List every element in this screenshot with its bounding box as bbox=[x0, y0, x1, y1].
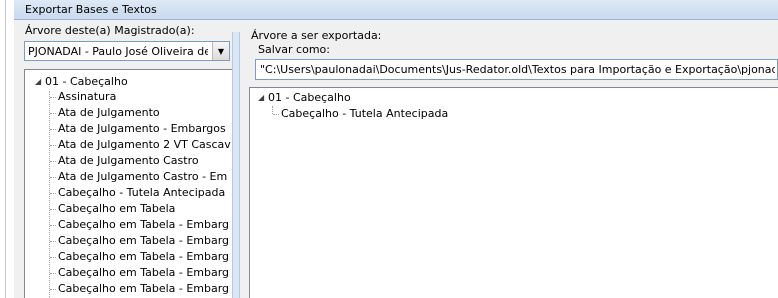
tree-node[interactable]: Ata de Julgamento Castro - Em bbox=[58, 169, 227, 185]
magistrate-tree[interactable]: ◢ 01 - Cabeçalho Assinatura Ata de Julga… bbox=[24, 69, 234, 298]
tree-connector bbox=[272, 106, 273, 114]
tree-connector bbox=[50, 193, 56, 194]
tree-node[interactable]: Cabeçalho em Tabela - Embarg bbox=[58, 217, 229, 233]
tree-connector bbox=[50, 225, 56, 226]
tree-connector bbox=[50, 177, 56, 178]
tree-connector bbox=[50, 113, 56, 114]
tree-node[interactable]: Assinatura bbox=[58, 89, 116, 105]
tree-node[interactable]: Cabeçalho em Tabela bbox=[58, 201, 175, 217]
tree-node-root[interactable]: 01 - Cabeçalho bbox=[45, 74, 128, 90]
tree-connector bbox=[50, 97, 56, 98]
tree-connector bbox=[50, 209, 56, 210]
tree-node[interactable]: Ata de Julgamento bbox=[58, 105, 160, 121]
tree-node[interactable]: Cabeçalho em Tabela - Embarg bbox=[58, 249, 229, 265]
magistrate-select-value: PJONADAI - Paulo José Oliveira de N bbox=[28, 45, 208, 58]
tree-node[interactable]: Cabeçalho em Tabela - Embarg bbox=[58, 281, 229, 297]
tree-node-root[interactable]: 01 - Cabeçalho bbox=[268, 90, 351, 106]
tree-node[interactable]: Ata de Julgamento - Embargos bbox=[58, 121, 226, 137]
export-dialog: Exportar Bases e Textos Árvore deste(a) … bbox=[14, 0, 778, 298]
title-bar: Exportar Bases e Textos bbox=[14, 0, 778, 20]
save-path-input[interactable]: "C:\Users\paulonadai\Documents\Jus-Redat… bbox=[255, 59, 778, 80]
magistrate-tree-label: Árvore deste(a) Magistrado(a): bbox=[25, 24, 195, 37]
tree-connector bbox=[50, 289, 56, 290]
tree-node[interactable]: Cabeçalho - Tutela Antecipada bbox=[281, 106, 448, 122]
chevron-down-icon[interactable]: ▼ bbox=[212, 42, 229, 60]
left-edge bbox=[0, 0, 6, 298]
export-tree-label: Árvore a ser exportada: bbox=[251, 29, 382, 42]
tree-connector bbox=[50, 273, 56, 274]
collapse-triangle-icon[interactable]: ◢ bbox=[258, 90, 264, 106]
save-path-value: "C:\Users\paulonadai\Documents\Jus-Redat… bbox=[260, 63, 775, 76]
collapse-triangle-icon[interactable]: ◢ bbox=[35, 74, 41, 90]
save-as-label: Salvar como: bbox=[258, 43, 330, 56]
tree-connector bbox=[50, 145, 56, 146]
tree-connector bbox=[50, 241, 56, 242]
tree-connector bbox=[50, 161, 56, 162]
tree-connector bbox=[50, 257, 56, 258]
tree-connector bbox=[49, 91, 50, 298]
tree-connector bbox=[50, 129, 56, 130]
tree-connector bbox=[273, 114, 279, 115]
tree-node[interactable]: Ata de Julgamento 2 VT Cascav bbox=[58, 137, 231, 153]
magistrate-select[interactable]: PJONADAI - Paulo José Oliveira de N ▼ bbox=[24, 41, 230, 61]
tree-node[interactable]: Ata de Julgamento Castro bbox=[58, 153, 199, 169]
panel-splitter[interactable] bbox=[232, 32, 240, 298]
tree-node[interactable]: Cabeçalho em Tabela - Embarg bbox=[58, 265, 229, 281]
window-title: Exportar Bases e Textos bbox=[25, 3, 157, 16]
tree-node[interactable]: Cabeçalho em Tabela - Embarg bbox=[58, 233, 229, 249]
export-tree[interactable]: ◢ 01 - Cabeçalho Cabeçalho - Tutela Ante… bbox=[249, 87, 778, 298]
tree-node[interactable]: Cabeçalho - Tutela Antecipada bbox=[58, 185, 225, 201]
